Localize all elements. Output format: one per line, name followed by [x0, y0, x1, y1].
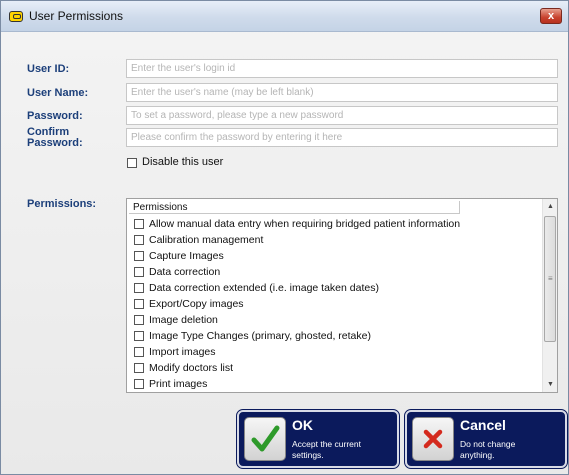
disable-user-checkbox[interactable]	[127, 158, 137, 168]
permissions-scrollbar[interactable]: ▲ ≡ ▼	[542, 199, 557, 392]
permission-checkbox[interactable]	[134, 251, 144, 261]
checkmark-icon	[251, 425, 280, 452]
password-label: Password:	[27, 110, 83, 122]
window-title: User Permissions	[29, 9, 124, 23]
cancel-title: Cancel	[460, 417, 506, 433]
scroll-thumb[interactable]: ≡	[544, 216, 556, 342]
cancel-icon-box	[412, 417, 454, 461]
permission-label: Print images	[149, 378, 208, 390]
permission-label: Image deletion	[149, 314, 218, 326]
app-icon	[9, 11, 23, 22]
ok-description-line2: settings.	[292, 450, 324, 460]
permission-checkbox[interactable]	[134, 283, 144, 293]
cancel-description-line2: anything.	[460, 450, 495, 460]
cancel-description-line1: Do not change	[460, 439, 516, 449]
ok-button[interactable]: OK Accept the current settings.	[236, 409, 400, 469]
ok-icon-box	[244, 417, 286, 461]
permission-checkbox[interactable]	[134, 363, 144, 373]
password-input[interactable]	[126, 106, 558, 125]
scroll-down-icon[interactable]: ▼	[543, 377, 557, 392]
user-permissions-dialog: User Permissions x User ID: User Name: P…	[0, 0, 569, 475]
permission-label: Data correction extended (i.e. image tak…	[149, 282, 379, 294]
ok-description: Accept the current settings.	[292, 439, 392, 461]
user-id-input[interactable]	[126, 59, 558, 78]
permission-checkbox[interactable]	[134, 235, 144, 245]
permission-label: Calibration management	[149, 234, 264, 246]
cancel-description: Do not change anything.	[460, 439, 560, 461]
close-button[interactable]: x	[540, 8, 562, 24]
user-name-input[interactable]	[126, 83, 558, 102]
permissions-label: Permissions:	[27, 198, 97, 210]
cancel-button[interactable]: Cancel Do not change anything.	[404, 409, 568, 469]
permission-checkbox[interactable]	[134, 379, 144, 389]
user-id-label: User ID:	[27, 63, 70, 75]
confirm-password-label-line2: Password:	[27, 137, 83, 149]
permission-label: Image Type Changes (primary, ghosted, re…	[149, 330, 371, 342]
permission-label: Allow manual data entry when requiring b…	[149, 218, 461, 230]
permission-label: Modify doctors list	[149, 362, 234, 374]
confirm-password-input[interactable]	[126, 128, 558, 147]
permissions-column-header[interactable]: Permissions	[129, 201, 460, 214]
ok-title: OK	[292, 417, 313, 433]
permission-label: Import images	[149, 346, 216, 358]
scroll-up-icon[interactable]: ▲	[543, 199, 557, 214]
permission-checkbox[interactable]	[134, 347, 144, 357]
ok-description-line1: Accept the current	[292, 439, 361, 449]
permission-checkbox[interactable]	[134, 267, 144, 277]
permission-label: Capture Images	[149, 250, 224, 262]
x-icon	[423, 429, 443, 449]
disable-user-label: Disable this user	[142, 156, 224, 168]
user-name-label: User Name:	[27, 87, 89, 99]
permission-checkbox[interactable]	[134, 331, 144, 341]
permission-label: Export/Copy images	[149, 298, 244, 310]
grip-icon: ≡	[548, 274, 553, 283]
permission-checkbox[interactable]	[134, 299, 144, 309]
permissions-list[interactable]: Permissions Allow manual data entry when…	[126, 198, 558, 393]
permission-checkbox[interactable]	[134, 219, 144, 229]
title-bar: User Permissions x	[1, 1, 568, 32]
permission-label: Data correction	[149, 266, 221, 278]
permission-checkbox[interactable]	[134, 315, 144, 325]
